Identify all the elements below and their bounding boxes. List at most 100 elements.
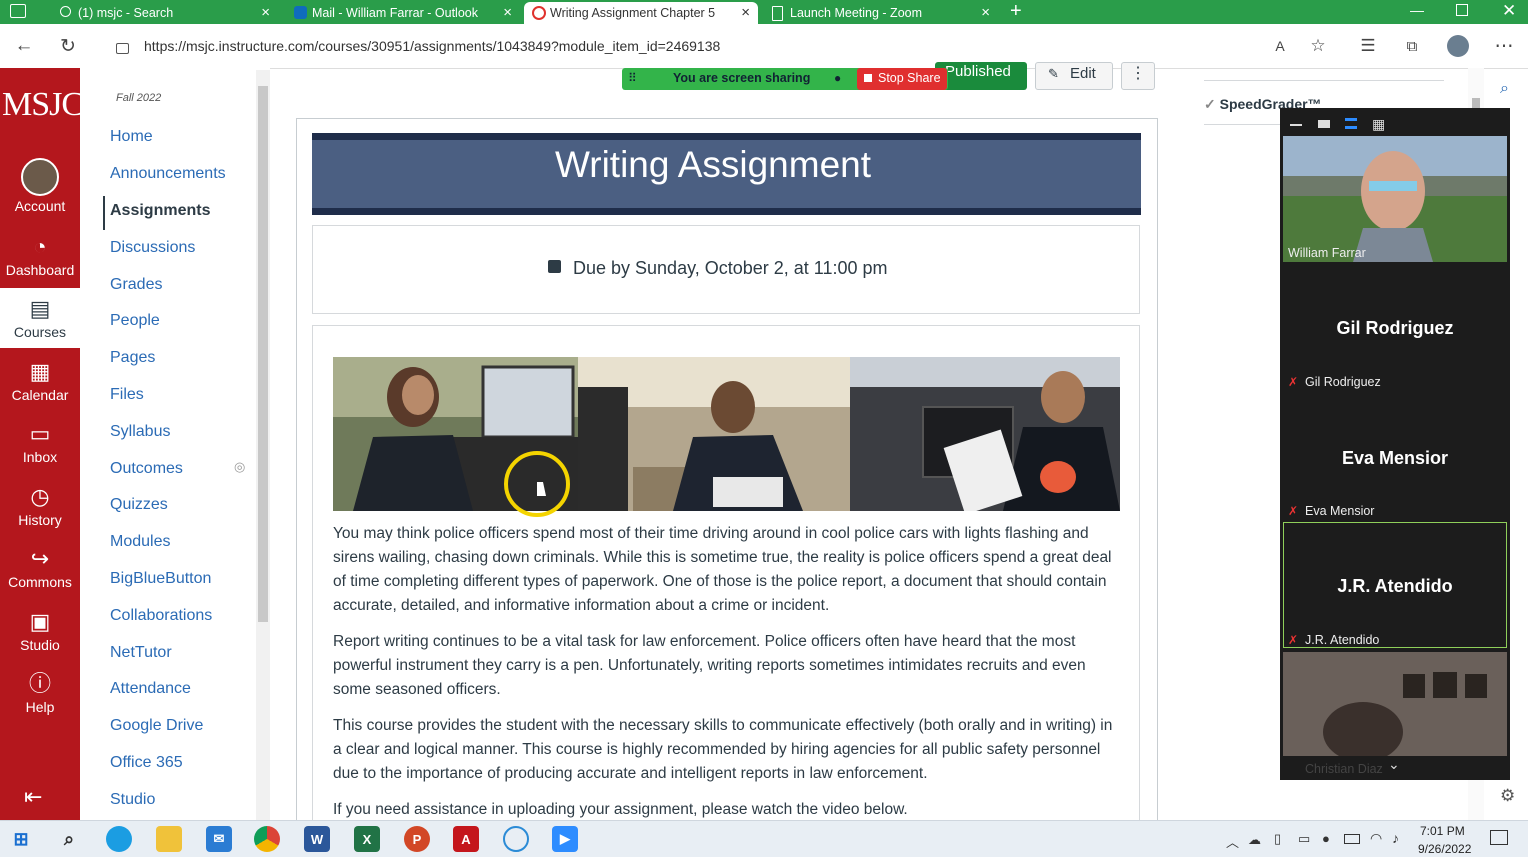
drag-handle-icon[interactable]: ⠿ (628, 71, 637, 85)
gallery-view-icon[interactable]: ▦ (1372, 117, 1385, 131)
cortana-icon[interactable] (503, 826, 529, 852)
favorite-add-icon[interactable]: ☆ (1306, 34, 1330, 58)
close-window-icon[interactable]: ✕ (1502, 1, 1516, 21)
course-nav-scrollbar[interactable] (256, 70, 270, 820)
course-nav-outcomes[interactable]: Outcomes (110, 460, 183, 478)
course-nav-files[interactable]: Files (110, 386, 144, 404)
powerpoint-icon[interactable]: P (404, 826, 430, 852)
strip-view-icon[interactable] (1345, 118, 1357, 129)
tab-zoom[interactable]: Launch Meeting - Zoom × (764, 2, 998, 24)
chevron-down-icon[interactable]: ⌄ (1388, 756, 1400, 773)
participant-video (1283, 136, 1507, 262)
minimize-video-icon[interactable] (1290, 124, 1302, 126)
notifications-icon[interactable] (1490, 830, 1508, 845)
favorites-icon[interactable]: ☰ (1356, 34, 1380, 58)
course-nav-office-365[interactable]: Office 365 (110, 754, 183, 772)
search-icon[interactable]: ⌕ (56, 826, 82, 852)
nav-studio[interactable]: ▣ Studio (0, 601, 80, 661)
course-nav-syllabus[interactable]: Syllabus (110, 423, 170, 441)
close-icon[interactable]: × (261, 4, 270, 21)
close-icon[interactable]: × (503, 4, 512, 21)
onedrive-icon[interactable]: ☁ (1248, 832, 1261, 848)
settings-gear-icon[interactable]: ⚙ (1500, 786, 1515, 806)
tray-meet-icon[interactable]: ▭ (1298, 831, 1310, 847)
tab-actions-icon[interactable] (10, 4, 26, 18)
course-nav-assignments[interactable]: Assignments (110, 202, 210, 220)
close-icon[interactable]: × (981, 4, 990, 21)
browser-tab-strip: (1) msjc - Search × Mail - William Farra… (0, 0, 1528, 24)
tab-writing-assignment[interactable]: Writing Assignment Chapter 5 × (524, 2, 758, 24)
course-nav-google-drive[interactable]: Google Drive (110, 717, 203, 735)
nav-dashboard[interactable]: ◔ Dashboard (0, 226, 80, 286)
close-icon[interactable]: × (741, 4, 750, 21)
edit-label: Edit (1070, 65, 1096, 82)
nav-commons[interactable]: ↪ Commons (0, 538, 80, 598)
stop-share-button[interactable]: Stop Share (857, 68, 947, 90)
published-button[interactable]: Published (935, 62, 1027, 90)
course-nav-people[interactable]: People (110, 312, 160, 330)
nav-help[interactable]: ⓘ Help (0, 663, 80, 723)
clock-time[interactable]: 7:01 PM (1420, 824, 1465, 838)
excel-icon[interactable]: X (354, 826, 380, 852)
participant-tile[interactable] (1283, 652, 1507, 762)
collections-icon[interactable]: ⧉ (1400, 34, 1424, 58)
mail-icon[interactable]: ✉ (206, 826, 232, 852)
msjc-logo[interactable]: MSJC (2, 86, 84, 124)
file-explorer-icon[interactable] (156, 826, 182, 852)
collapse-nav-icon[interactable]: ⇤ (24, 784, 42, 810)
nav-label: Inbox (22, 449, 58, 465)
microphone-icon[interactable]: ● (1322, 831, 1330, 846)
acrobat-icon[interactable]: A (453, 826, 479, 852)
course-nav-nettutor[interactable]: NetTutor (110, 644, 172, 662)
edge-icon[interactable] (106, 826, 132, 852)
nav-history[interactable]: ◷ History (0, 476, 80, 536)
nav-inbox[interactable]: ▭ Inbox (0, 413, 80, 473)
more-options-button[interactable]: ⋮ (1121, 62, 1155, 90)
course-nav-quizzes[interactable]: Quizzes (110, 496, 168, 514)
tab-search[interactable]: (1) msjc - Search × (52, 2, 278, 24)
url-field[interactable]: https://msjc.instructure.com/courses/309… (98, 30, 1218, 62)
scroll-thumb[interactable] (258, 86, 268, 622)
new-tab-button[interactable]: + (1010, 0, 1022, 23)
participant-name-large: Eva Mensior (1341, 448, 1449, 468)
tab-outlook[interactable]: Mail - William Farrar - Outlook × (286, 2, 520, 24)
course-nav-discussions[interactable]: Discussions (110, 239, 195, 257)
search-sidebar-icon[interactable]: ⌕ (1500, 80, 1509, 98)
screen-share-status: You are screen sharing (673, 71, 811, 85)
profile-avatar[interactable] (1446, 34, 1470, 58)
clock-date[interactable]: 9/26/2022 (1418, 842, 1471, 856)
nav-account[interactable]: Account (0, 158, 80, 218)
course-nav-studio[interactable]: Studio (110, 791, 155, 809)
participant-tile[interactable] (1283, 136, 1507, 262)
restore-icon[interactable] (1456, 4, 1468, 16)
wifi-icon[interactable]: ◠ (1370, 830, 1382, 847)
course-nav-attendance[interactable]: Attendance (110, 680, 191, 698)
body-paragraph: If you need assistance in uploading your… (333, 801, 908, 818)
more-options-icon[interactable]: ⋯ (1492, 34, 1516, 58)
nav-courses[interactable]: ▤ Courses (0, 288, 80, 348)
course-nav-collaborations[interactable]: Collaborations (110, 607, 212, 625)
course-nav-announcements[interactable]: Announcements (110, 165, 226, 183)
course-nav-home[interactable]: Home (110, 128, 153, 146)
read-aloud-icon[interactable]: A (1268, 34, 1292, 58)
tray-app-icon[interactable]: ▯ (1274, 831, 1281, 847)
calendar-small-icon (548, 260, 561, 273)
course-nav-pages[interactable]: Pages (110, 349, 155, 367)
back-icon[interactable]: ← (12, 34, 36, 58)
battery-icon[interactable] (1344, 834, 1360, 844)
chrome-icon[interactable] (254, 826, 280, 852)
course-nav-modules[interactable]: Modules (110, 533, 170, 551)
course-nav-grades[interactable]: Grades (110, 276, 162, 294)
tray-chevron-icon[interactable]: ︿ (1226, 832, 1239, 851)
windows-start-icon[interactable]: ⊞ (8, 826, 34, 852)
speaker-view-icon[interactable] (1318, 120, 1330, 128)
volume-icon[interactable]: ♪ (1392, 830, 1399, 846)
word-icon[interactable]: W (304, 826, 330, 852)
refresh-icon[interactable]: ↻ (56, 34, 80, 58)
nav-calendar[interactable]: ▦ Calendar (0, 351, 80, 411)
divider (1204, 80, 1444, 81)
minimize-icon[interactable]: — (1410, 2, 1424, 18)
zoom-app-icon[interactable]: ▶ (552, 826, 578, 852)
edit-button[interactable]: ✎ Edit (1035, 62, 1113, 90)
course-nav-bigbluebutton[interactable]: BigBlueButton (110, 570, 211, 588)
